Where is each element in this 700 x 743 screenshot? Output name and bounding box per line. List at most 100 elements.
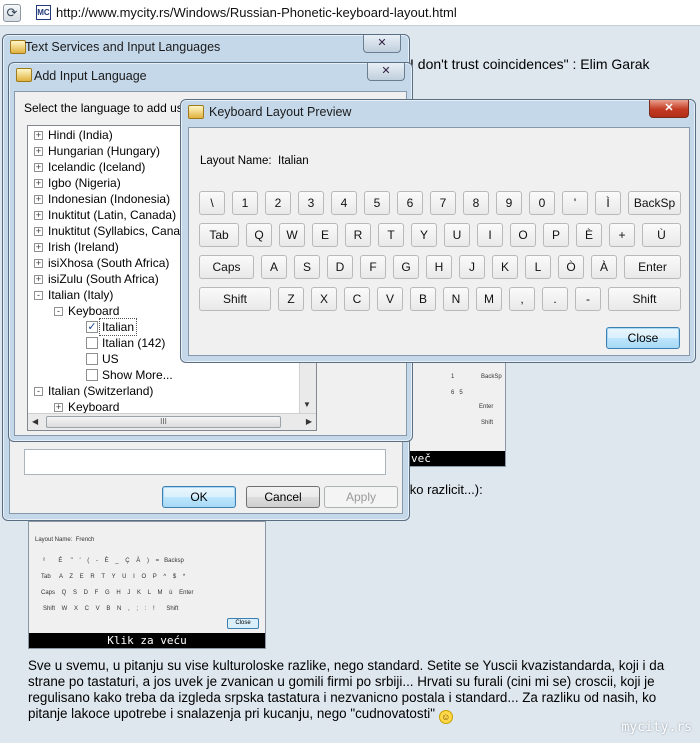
key-e: E <box>312 223 338 247</box>
key-shift: Shift <box>199 287 271 311</box>
refresh-icon[interactable]: ⟳ <box>3 4 21 22</box>
instruction-text: Select the language to add using <box>24 101 199 115</box>
key-2: 2 <box>265 191 291 215</box>
checkbox-checked-icon[interactable]: ✓ <box>86 321 98 333</box>
close-icon[interactable]: ✕ <box>649 100 689 118</box>
language-list-area <box>24 449 386 475</box>
window-title: Add Input Language <box>34 69 147 83</box>
tree-item-show-more[interactable]: Show More... <box>28 367 298 383</box>
apply-button[interactable]: Apply <box>324 486 398 508</box>
scroll-thumb[interactable]: III <box>46 416 281 428</box>
close-button[interactable]: Close <box>606 327 680 349</box>
cancel-button[interactable]: Cancel <box>246 486 320 508</box>
tree-item-label: Italian <box>98 318 138 336</box>
thumbnail-lower-caption: Klik za veću <box>29 633 265 648</box>
key-s: S <box>294 255 320 279</box>
collapse-icon[interactable]: - <box>54 307 63 316</box>
expand-icon[interactable]: + <box>34 259 43 268</box>
key-: Ò <box>558 255 584 279</box>
key-: À <box>591 255 617 279</box>
thumb-layout-value: French <box>75 537 95 543</box>
tree-item-italian-switzerland[interactable]: - Italian (Switzerland) <box>28 383 298 399</box>
key-y: Y <box>411 223 437 247</box>
tree-item-label: US <box>102 352 119 366</box>
key-o: O <box>510 223 536 247</box>
key-: \ <box>199 191 225 215</box>
tree-item-label: Icelandic (Iceland) <box>48 160 146 174</box>
site-favicon-icon: MC <box>36 5 51 20</box>
key-: , <box>509 287 535 311</box>
scroll-right-icon[interactable]: ▶ <box>306 417 312 426</box>
key-i: I <box>477 223 503 247</box>
key-v: V <box>377 287 403 311</box>
key-z: Z <box>278 287 304 311</box>
article-line-2: strane po tastaturi, a jos uvek je zvani… <box>28 674 655 689</box>
tree-item-label: Italian (Italy) <box>48 288 114 302</box>
checkbox-icon[interactable] <box>86 369 98 381</box>
key-: . <box>542 287 568 311</box>
key-enter: Enter <box>624 255 681 279</box>
tree-item-label: Hungarian (Hungary) <box>48 144 161 158</box>
page-text-fragment: liko razlicit...): <box>404 482 483 497</box>
key-5: 5 <box>364 191 390 215</box>
checkbox-icon[interactable] <box>86 353 98 365</box>
horizontal-scrollbar[interactable]: ◀ III ▶ <box>28 413 316 430</box>
key-0: 0 <box>529 191 555 215</box>
tree-item-label: Italian (Switzerland) <box>48 384 154 398</box>
expand-icon[interactable]: + <box>34 243 43 252</box>
key-caps: Caps <box>199 255 254 279</box>
checkbox-icon[interactable] <box>86 337 98 349</box>
tree-item-label: Keyboard <box>68 304 120 318</box>
tree-item-label: Igbo (Nigeria) <box>48 176 121 190</box>
expand-icon[interactable]: + <box>34 275 43 284</box>
tree-item-label: Inuktitut (Latin, Canada) <box>48 208 177 222</box>
key-: - <box>575 287 601 311</box>
window-title: Keyboard Layout Preview <box>209 105 352 119</box>
key-j: J <box>459 255 485 279</box>
article-line-1: Sve u svemu, u pitanju su vise kulturolo… <box>28 658 665 673</box>
window-title: Text Services and Input Languages <box>25 40 221 54</box>
key-shift: Shift <box>608 287 681 311</box>
expand-icon[interactable]: + <box>34 147 43 156</box>
expand-icon[interactable]: + <box>34 227 43 236</box>
article-line-3: regulisano kako treba da izgleda srpska … <box>28 690 657 705</box>
scroll-down-icon[interactable]: ▼ <box>303 400 311 409</box>
expand-icon[interactable]: + <box>34 179 43 188</box>
thumbnail-upper[interactable]: 1 BackSp 6 5 Enter Shift več <box>406 357 506 467</box>
key-7: 7 <box>430 191 456 215</box>
ok-button[interactable]: OK <box>162 486 236 508</box>
key-4: 4 <box>331 191 357 215</box>
collapse-icon[interactable]: - <box>34 291 43 300</box>
expand-icon[interactable]: + <box>34 195 43 204</box>
key-k: K <box>492 255 518 279</box>
expand-icon[interactable]: + <box>34 131 43 140</box>
tree-item-label: isiZulu (South Africa) <box>48 272 159 286</box>
key-u: U <box>444 223 470 247</box>
thumb-layout-label: Layout Name: <box>35 537 73 543</box>
tree-item-label: Italian (142) <box>102 336 166 350</box>
key-b: B <box>410 287 436 311</box>
expand-icon[interactable]: + <box>34 211 43 220</box>
keyboard-preview-window: Keyboard Layout Preview ✕ Layout Name: I… <box>180 99 696 363</box>
key-t: T <box>378 223 404 247</box>
tree-item-label: Show More... <box>102 368 173 382</box>
url-field[interactable]: http://www.mycity.rs/Windows/Russian-Pho… <box>56 5 457 20</box>
expand-icon[interactable]: + <box>34 163 43 172</box>
thumbnail-lower[interactable]: Layout Name: French ² É " ' ( - È _ Ç À … <box>28 521 266 649</box>
key-6: 6 <box>397 191 423 215</box>
key-3: 3 <box>298 191 324 215</box>
expand-icon[interactable]: + <box>54 403 63 412</box>
key-: ' <box>562 191 588 215</box>
close-icon[interactable]: ✕ <box>367 63 405 81</box>
collapse-icon[interactable]: - <box>34 387 43 396</box>
scroll-left-icon[interactable]: ◀ <box>32 417 38 426</box>
thumbnail-upper-caption: več <box>407 451 505 466</box>
key-tab: Tab <box>199 223 239 247</box>
key-n: N <box>443 287 469 311</box>
watermark: mycity.rs <box>621 720 692 735</box>
key-f: F <box>360 255 386 279</box>
close-icon[interactable]: ✕ <box>363 35 401 53</box>
key-w: W <box>279 223 305 247</box>
key-p: P <box>543 223 569 247</box>
layout-name-label: Layout Name: <box>200 155 272 167</box>
